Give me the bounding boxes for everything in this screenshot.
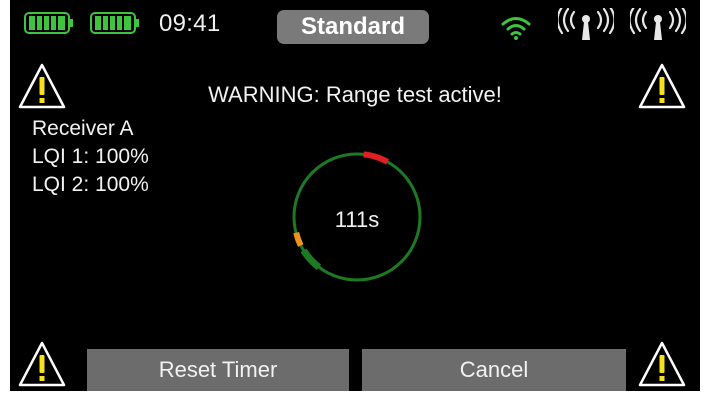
lqi-2-value: LQI 2: 100% (32, 173, 149, 196)
lqi-1-value: LQI 1: 100% (32, 145, 149, 168)
warning-icon (18, 341, 66, 387)
battery-icon (24, 12, 73, 34)
receiver-info: Receiver A LQI 1: 100% LQI 2: 100% (32, 115, 149, 199)
timer-remaining: 111s (334, 207, 380, 232)
profile-selector[interactable]: Standard (277, 10, 429, 44)
gauge-marker-orange (293, 231, 304, 247)
range-test-screen: 09:41 Standard WARNING: Range test activ… (10, 0, 700, 391)
reset-timer-button[interactable]: Reset Timer (87, 349, 349, 391)
warning-message: WARNING: Range test active! (208, 82, 502, 107)
wifi-icon (501, 17, 531, 40)
battery-icon (90, 12, 139, 34)
cancel-button[interactable]: Cancel (362, 349, 626, 391)
gauge-marker-red (363, 151, 390, 165)
gauge-marker-green (300, 248, 322, 271)
antenna-icon (558, 8, 614, 40)
status-bar: 09:41 Standard (10, 0, 700, 48)
receiver-name: Receiver A (32, 117, 134, 140)
antenna-icon (630, 8, 686, 40)
clock-time: 09:41 (159, 10, 221, 37)
warning-icon (638, 341, 686, 387)
